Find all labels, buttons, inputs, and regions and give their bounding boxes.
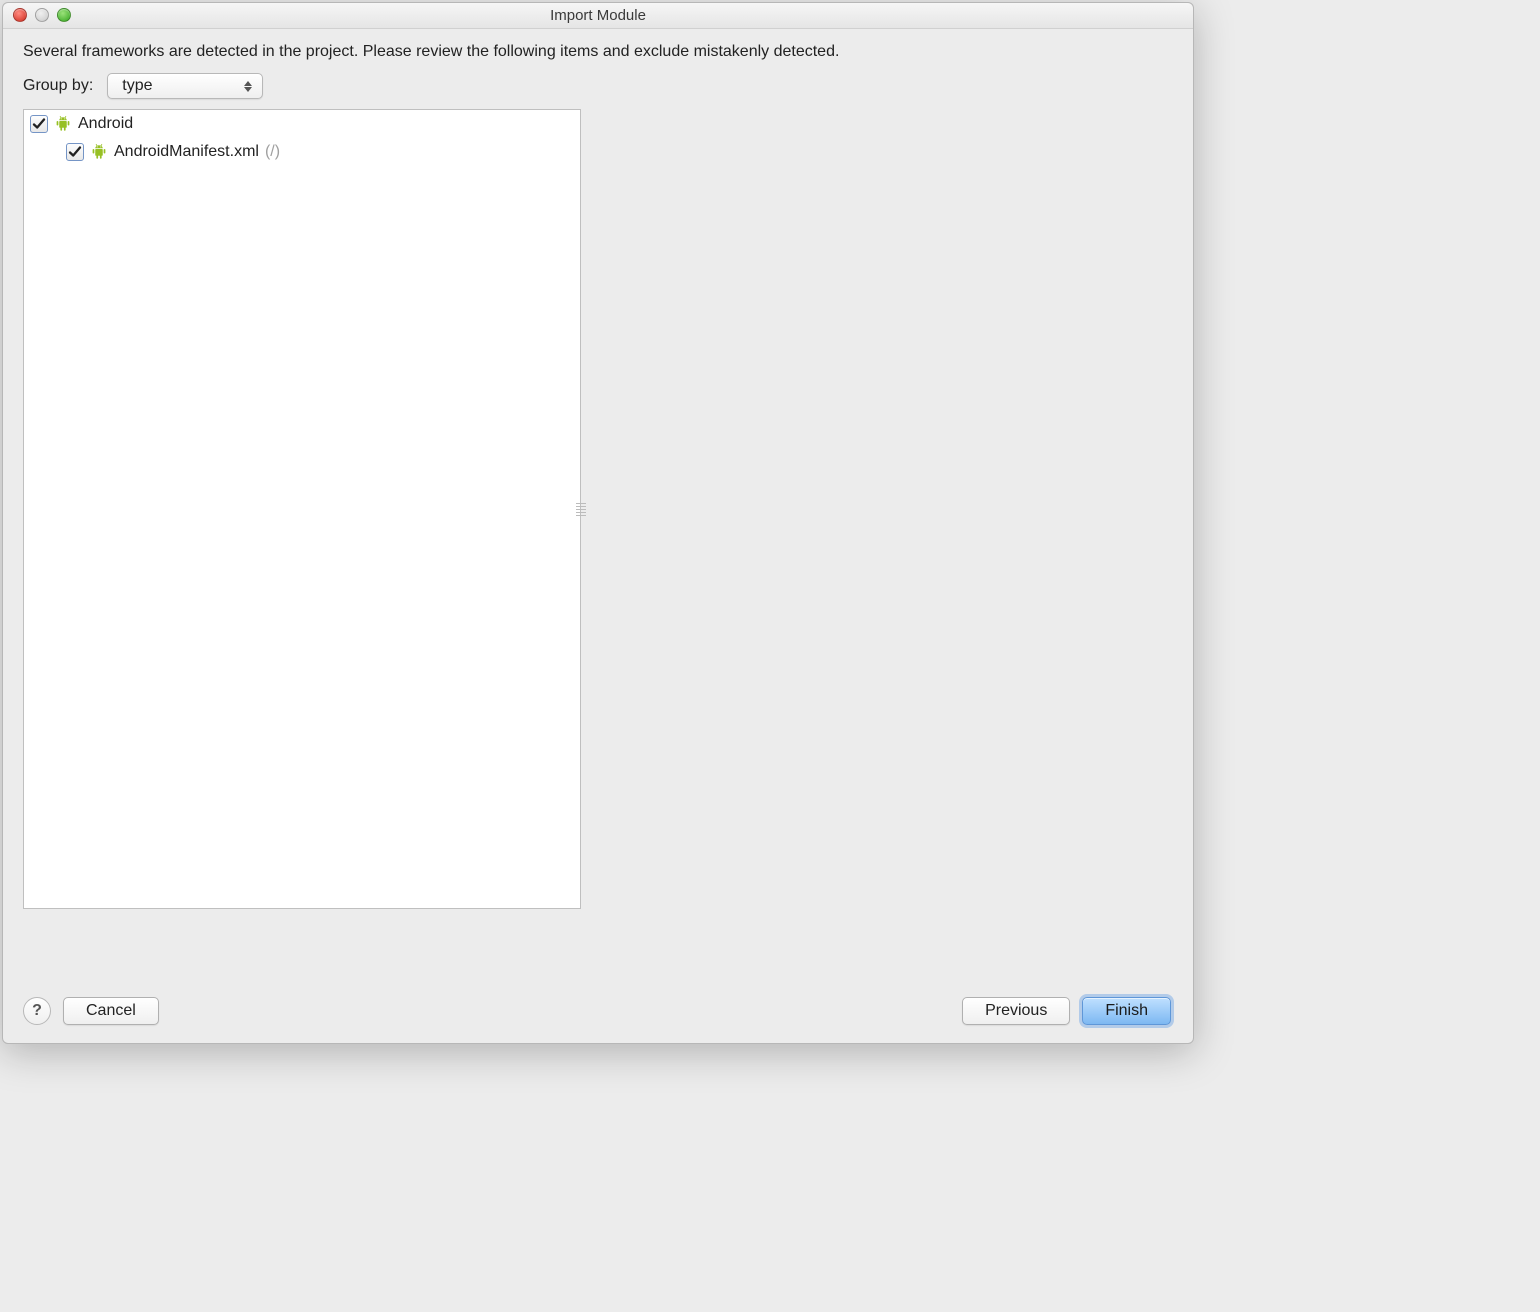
previous-button[interactable]: Previous: [962, 997, 1070, 1025]
checkbox-android[interactable]: [30, 115, 48, 133]
tree-item-label: Android: [78, 115, 133, 133]
android-icon: [54, 115, 72, 133]
window-controls: [13, 8, 71, 22]
dialog-footer: ? Cancel Previous Finish: [3, 979, 1193, 1043]
updown-icon: [244, 77, 254, 95]
groupby-label: Group by:: [23, 77, 93, 95]
dialog-description: Several frameworks are detected in the p…: [23, 43, 1173, 61]
help-icon: ?: [32, 1002, 42, 1020]
tree-item-label: AndroidManifest.xml: [114, 143, 259, 161]
tree-item-path: (/): [265, 143, 280, 161]
dialog-content: Several frameworks are detected in the p…: [3, 29, 1193, 979]
close-icon[interactable]: [13, 8, 27, 22]
check-icon: [31, 116, 47, 132]
titlebar: Import Module: [3, 3, 1193, 29]
android-icon: [90, 143, 108, 161]
cancel-button[interactable]: Cancel: [63, 997, 159, 1025]
check-icon: [67, 144, 83, 160]
finish-button[interactable]: Finish: [1082, 997, 1171, 1025]
resize-handle[interactable]: [576, 496, 586, 522]
groupby-value: type: [122, 77, 152, 95]
tree-item-manifest[interactable]: AndroidManifest.xml (/): [24, 138, 580, 166]
zoom-icon[interactable]: [57, 8, 71, 22]
checkbox-manifest[interactable]: [66, 143, 84, 161]
minimize-icon[interactable]: [35, 8, 49, 22]
groupby-dropdown[interactable]: type: [107, 73, 263, 99]
import-module-dialog: Import Module Several frameworks are det…: [2, 2, 1194, 1044]
tree-item-android[interactable]: Android: [24, 110, 580, 138]
frameworks-tree[interactable]: Android: [23, 109, 581, 909]
groupby-row: Group by: type: [23, 73, 1173, 99]
help-button[interactable]: ?: [23, 997, 51, 1025]
window-title: Import Module: [3, 7, 1193, 24]
